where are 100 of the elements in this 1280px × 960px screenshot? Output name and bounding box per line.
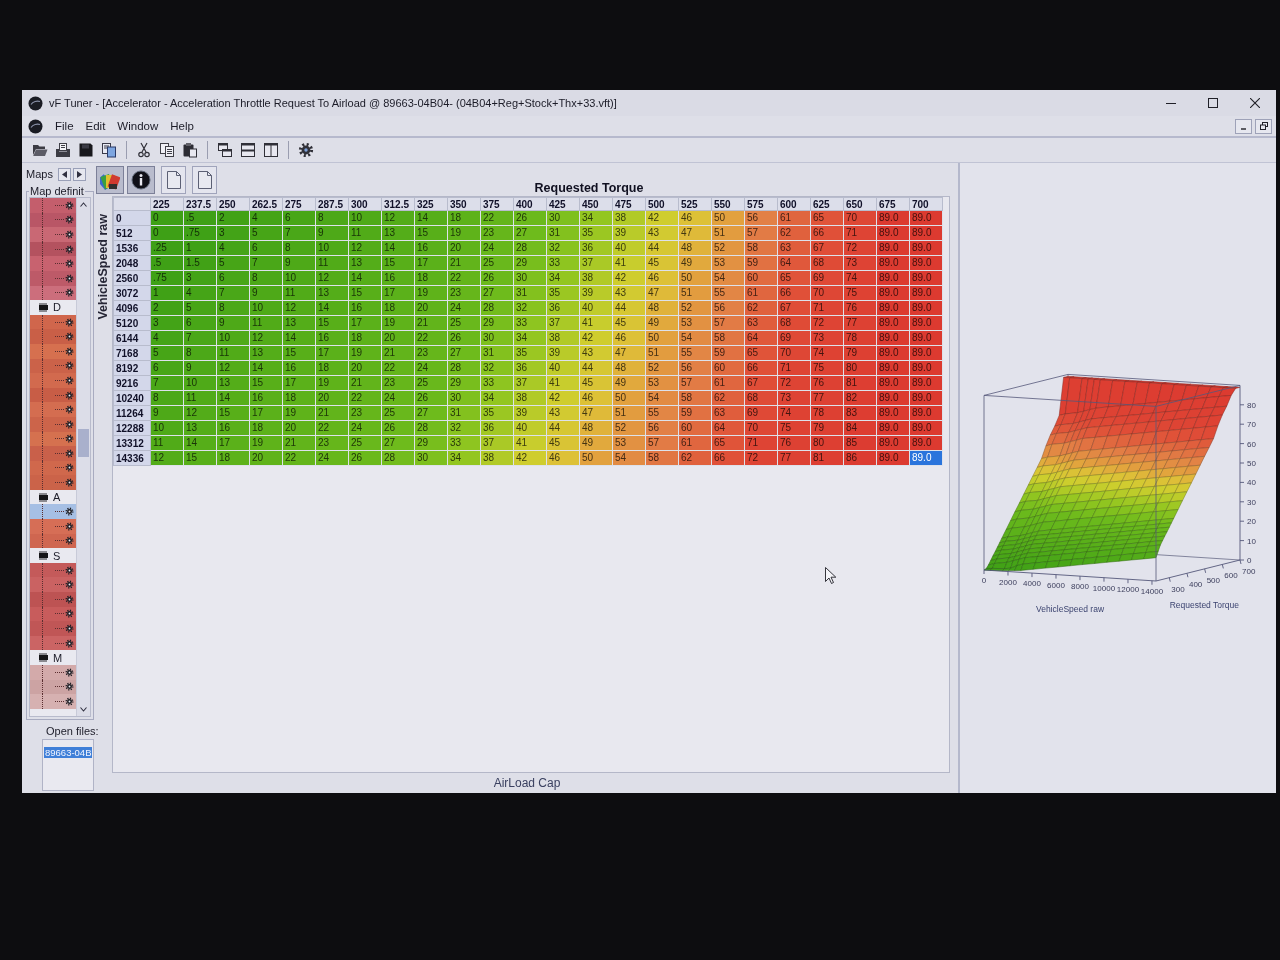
axis-tick-label: 0 bbox=[1247, 556, 1252, 565]
chip-icon bbox=[38, 551, 49, 561]
axis-tick-label: 2000 bbox=[999, 577, 1017, 587]
gear-icon bbox=[298, 142, 314, 158]
column-header: 262.5 bbox=[249, 197, 283, 211]
menu-item[interactable]: File bbox=[49, 120, 80, 132]
column-header: 400 bbox=[513, 197, 547, 211]
map-tree-item[interactable] bbox=[30, 665, 76, 680]
clipboard-icon bbox=[182, 142, 198, 158]
axis-tick-label: 0 bbox=[981, 576, 987, 585]
axis-tick-label: 600 bbox=[1224, 571, 1238, 581]
close-icon bbox=[1250, 98, 1260, 108]
axis-tick-label: 6000 bbox=[1047, 580, 1065, 590]
axis-tick-label: 40 bbox=[1247, 478, 1256, 488]
axis-tick-label: 70 bbox=[1247, 420, 1256, 430]
axis-tick-label: 60 bbox=[1247, 439, 1256, 449]
import-button[interactable] bbox=[53, 140, 73, 160]
map-tree-item[interactable] bbox=[30, 562, 76, 578]
tree-category-item[interactable]: D bbox=[30, 300, 76, 315]
maps-tab[interactable]: Maps bbox=[26, 168, 56, 180]
map-tree-item[interactable] bbox=[30, 314, 76, 330]
axis-title: Requested Torque bbox=[1169, 600, 1240, 611]
axis-tick-label: 700 bbox=[1242, 567, 1256, 576]
axis-tick-label: 500 bbox=[1206, 575, 1220, 585]
column-header: 225 bbox=[150, 197, 184, 211]
column-header: 325 bbox=[414, 197, 448, 211]
axis-tick-label: 12000 bbox=[1116, 585, 1140, 595]
axis-tick-label: 8000 bbox=[1071, 582, 1089, 592]
tile-horizontal-icon bbox=[240, 142, 256, 158]
column-header: 250 bbox=[216, 197, 250, 211]
scroll-left-button[interactable] bbox=[57, 167, 71, 181]
map-tree-item[interactable] bbox=[30, 694, 76, 709]
column-header: 475 bbox=[612, 197, 646, 211]
column-header: 525 bbox=[678, 197, 712, 211]
left-triangle-icon bbox=[61, 170, 67, 178]
scissors-icon bbox=[136, 142, 152, 158]
tree-category-item[interactable]: S bbox=[30, 548, 76, 563]
column-header: 275 bbox=[282, 197, 316, 211]
column-header: 550 bbox=[711, 197, 745, 211]
map-tree-item[interactable] bbox=[30, 504, 76, 520]
column-header: 312.5 bbox=[381, 197, 415, 211]
axis-tick-label: 50 bbox=[1247, 459, 1256, 468]
restore-icon bbox=[1259, 122, 1268, 130]
scroll-right-button[interactable] bbox=[72, 167, 86, 181]
column-header: 500 bbox=[645, 197, 679, 211]
color-view-button[interactable] bbox=[96, 165, 124, 194]
axis-tick-label: 10 bbox=[1247, 536, 1256, 546]
scrollbar[interactable] bbox=[76, 198, 90, 716]
menu-item[interactable]: Window bbox=[111, 120, 165, 132]
column-header: 350 bbox=[447, 197, 481, 211]
copy-button[interactable] bbox=[157, 140, 177, 160]
window-title: vF Tuner - [Accelerator - Acceleration Throttle Request To Airload @ 89663-04B04- (04B04+Reg+Stock+Thx+33.vft)] bbox=[49, 97, 618, 109]
tree-category-item[interactable]: M bbox=[30, 650, 76, 665]
axis-tick-label: 4000 bbox=[1023, 579, 1041, 589]
axis-tick-label: 14000 bbox=[1140, 586, 1164, 596]
info-button[interactable] bbox=[127, 165, 155, 194]
open-file-item[interactable]: 89663-04B bbox=[44, 747, 93, 758]
menu-item[interactable]: Help bbox=[164, 120, 200, 132]
row-axis-title: VehicleSpeed raw bbox=[96, 214, 110, 320]
info-icon bbox=[131, 169, 151, 190]
footer-axis-title: AirLoad Cap bbox=[493, 775, 561, 792]
page-button[interactable] bbox=[161, 165, 186, 194]
column-axis-title: Requested Torque bbox=[533, 181, 645, 196]
document-tray-icon bbox=[55, 142, 71, 158]
child-minimize-button[interactable] bbox=[1235, 118, 1252, 134]
page-button[interactable] bbox=[192, 165, 217, 194]
tile-vertical-icon bbox=[263, 142, 279, 158]
compare-button[interactable] bbox=[99, 140, 119, 160]
copy-icon bbox=[159, 142, 175, 158]
settings-button[interactable] bbox=[296, 140, 316, 160]
tile-horizontal-button[interactable] bbox=[238, 140, 258, 160]
mouse-pointer-icon bbox=[825, 567, 836, 584]
column-header: 450 bbox=[579, 197, 613, 211]
column-header: 287.5 bbox=[315, 197, 349, 211]
folder-icon bbox=[32, 142, 48, 158]
chip-icon bbox=[38, 302, 49, 312]
axis-tick-label: 300 bbox=[1171, 584, 1185, 594]
axis-tick-label: 400 bbox=[1188, 580, 1203, 590]
column-header: 600 bbox=[777, 197, 811, 211]
menu-item[interactable]: Edit bbox=[79, 120, 112, 132]
right-triangle-icon bbox=[76, 170, 82, 178]
column-header: 675 bbox=[876, 197, 910, 211]
tree-category-item[interactable]: A bbox=[30, 489, 76, 505]
maximize-icon bbox=[1208, 98, 1218, 108]
app-icon bbox=[28, 95, 43, 111]
scrollbar-thumb[interactable] bbox=[78, 429, 89, 457]
cascade-windows-button[interactable] bbox=[215, 140, 235, 160]
axis-tick-label: 30 bbox=[1247, 497, 1256, 507]
column-header: 650 bbox=[843, 197, 877, 211]
chip-icon bbox=[38, 653, 49, 663]
cascade-windows-icon bbox=[217, 142, 233, 158]
group-label: Map definit bbox=[29, 185, 85, 197]
column-header: 575 bbox=[744, 197, 778, 211]
column-header: 700 bbox=[909, 197, 943, 211]
column-header: 300 bbox=[348, 197, 382, 211]
chevron-down-icon bbox=[80, 707, 87, 712]
tile-vertical-button[interactable] bbox=[261, 140, 281, 160]
app-icon bbox=[28, 118, 43, 134]
chip-icon bbox=[38, 492, 49, 502]
child-restore-button[interactable] bbox=[1255, 118, 1272, 134]
